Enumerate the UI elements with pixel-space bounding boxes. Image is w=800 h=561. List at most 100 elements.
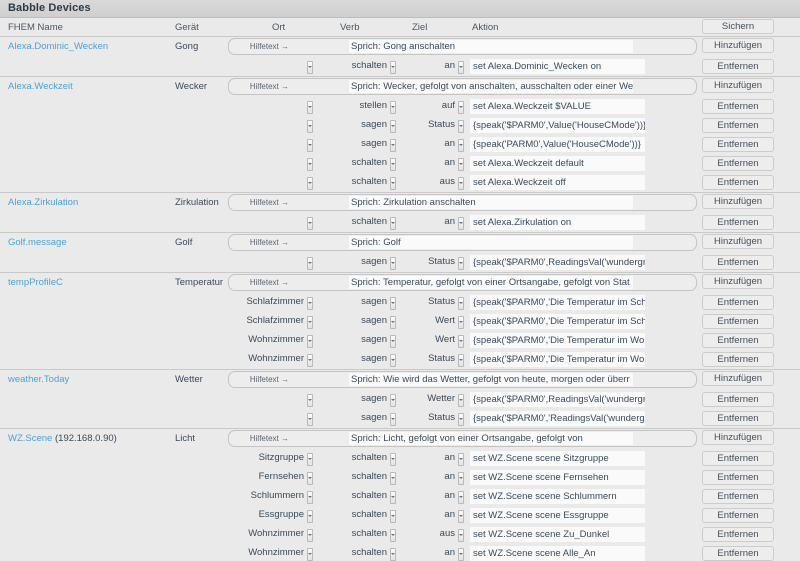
place-select[interactable] <box>200 412 315 426</box>
hilfetext-select[interactable]: Hilfetext → <box>250 434 289 443</box>
place-select[interactable] <box>200 157 315 171</box>
remove-row-button[interactable]: Entfernen <box>702 118 774 133</box>
action-input[interactable]: {speak('$PARM0','ReadingsVal('wunderg <box>470 411 645 426</box>
hilfetext-select[interactable]: Hilfetext → <box>250 42 289 51</box>
verb-select[interactable]: sagen <box>325 334 398 348</box>
fhem-name-link[interactable]: WZ.Scene (192.168.0.90) <box>8 433 117 444</box>
help-text-input[interactable]: Sprich: Zirkulation anschalten <box>349 196 633 209</box>
place-select[interactable] <box>200 138 315 152</box>
action-input[interactable]: set Alexa.Weckzeit off <box>470 175 645 190</box>
verb-select[interactable]: schalten <box>325 528 398 542</box>
verb-select[interactable]: sagen <box>325 296 398 310</box>
target-select[interactable]: Status <box>400 353 466 367</box>
verb-select[interactable]: sagen <box>325 256 398 270</box>
verb-select[interactable]: sagen <box>325 412 398 426</box>
target-select[interactable]: Wert <box>400 334 466 348</box>
verb-select[interactable]: schalten <box>325 60 398 74</box>
place-select[interactable]: Wohnzimmer <box>200 547 315 561</box>
hilfetext-select[interactable]: Hilfetext → <box>250 278 289 287</box>
remove-row-button[interactable]: Entfernen <box>702 508 774 523</box>
place-select[interactable]: Schlafzimmer <box>200 315 315 329</box>
remove-row-button[interactable]: Entfernen <box>702 314 774 329</box>
target-select[interactable]: an <box>400 157 466 171</box>
verb-select[interactable]: schalten <box>325 216 398 230</box>
target-select[interactable]: Status <box>400 412 466 426</box>
action-input[interactable]: {speak('$PARM0',Value('HouseCMode'))} <box>470 118 645 133</box>
target-select[interactable]: Status <box>400 256 466 270</box>
target-select[interactable]: Status <box>400 119 466 133</box>
verb-select[interactable]: sagen <box>325 353 398 367</box>
remove-row-button[interactable]: Entfernen <box>702 470 774 485</box>
verb-select[interactable]: sagen <box>325 119 398 133</box>
fhem-name-link[interactable]: tempProfileC <box>8 277 63 288</box>
action-input[interactable]: set WZ.Scene scene Zu_Dunkel <box>470 527 645 542</box>
add-row-button[interactable]: Hinzufügen <box>702 194 774 209</box>
action-input[interactable]: {speak('$PARM0','Die Temperatur im Wo <box>470 352 645 367</box>
target-select[interactable]: an <box>400 490 466 504</box>
hilfetext-select[interactable]: Hilfetext → <box>250 238 289 247</box>
fhem-name-link[interactable]: Golf.message <box>8 237 67 248</box>
action-input[interactable]: set WZ.Scene scene Fernsehen <box>470 470 645 485</box>
place-select[interactable]: Wohnzimmer <box>200 353 315 367</box>
place-select[interactable] <box>200 119 315 133</box>
target-select[interactable]: Status <box>400 296 466 310</box>
remove-row-button[interactable]: Entfernen <box>702 527 774 542</box>
place-select[interactable] <box>200 60 315 74</box>
add-row-button[interactable]: Hinzufügen <box>702 234 774 249</box>
action-input[interactable]: set Alexa.Weckzeit default <box>470 156 645 171</box>
target-select[interactable]: aus <box>400 176 466 190</box>
add-row-button[interactable]: Hinzufügen <box>702 38 774 53</box>
action-input[interactable]: {speak('$PARM0','Die Temperatur im Wo <box>470 333 645 348</box>
hilfetext-select[interactable]: Hilfetext → <box>250 82 289 91</box>
fhem-name-link[interactable]: Alexa.Dominic_Wecken <box>8 41 108 52</box>
verb-select[interactable]: sagen <box>325 315 398 329</box>
action-input[interactable]: {speak('$PARM0',ReadingsVal('wundergr <box>470 255 645 270</box>
target-select[interactable]: aus <box>400 528 466 542</box>
remove-row-button[interactable]: Entfernen <box>702 489 774 504</box>
verb-select[interactable]: schalten <box>325 509 398 523</box>
place-select[interactable]: Schlummern <box>200 490 315 504</box>
target-select[interactable]: Wert <box>400 315 466 329</box>
add-row-button[interactable]: Hinzufügen <box>702 430 774 445</box>
target-select[interactable]: an <box>400 138 466 152</box>
target-select[interactable]: Wetter <box>400 393 466 407</box>
remove-row-button[interactable]: Entfernen <box>702 352 774 367</box>
verb-select[interactable]: schalten <box>325 176 398 190</box>
action-input[interactable]: set WZ.Scene scene Alle_An <box>470 546 645 561</box>
fhem-name-link[interactable]: Alexa.Zirkulation <box>8 197 78 208</box>
verb-select[interactable]: sagen <box>325 138 398 152</box>
target-select[interactable]: an <box>400 60 466 74</box>
action-input[interactable]: {speak('PARM0',Value('HouseCMode'))} <box>470 137 645 152</box>
place-select[interactable]: Wohnzimmer <box>200 528 315 542</box>
verb-select[interactable]: schalten <box>325 490 398 504</box>
place-select[interactable]: Essgruppe <box>200 509 315 523</box>
action-input[interactable]: set WZ.Scene scene Essgruppe <box>470 508 645 523</box>
remove-row-button[interactable]: Entfernen <box>702 99 774 114</box>
remove-row-button[interactable]: Entfernen <box>702 215 774 230</box>
save-button[interactable]: Sichern <box>702 19 774 34</box>
remove-row-button[interactable]: Entfernen <box>702 295 774 310</box>
action-input[interactable]: set Alexa.Dominic_Wecken on <box>470 59 645 74</box>
remove-row-button[interactable]: Entfernen <box>702 255 774 270</box>
verb-select[interactable]: schalten <box>325 547 398 561</box>
place-select[interactable] <box>200 393 315 407</box>
action-input[interactable]: {speak('$PARM0','Die Temperatur im Sch <box>470 314 645 329</box>
target-select[interactable]: an <box>400 452 466 466</box>
fhem-name-link[interactable]: weather.Today <box>8 374 69 385</box>
place-select[interactable] <box>200 100 315 114</box>
place-select[interactable]: Schlafzimmer <box>200 296 315 310</box>
add-row-button[interactable]: Hinzufügen <box>702 371 774 386</box>
action-input[interactable]: set WZ.Scene scene Schlummern <box>470 489 645 504</box>
action-input[interactable]: {speak('$PARM0',ReadingsVal('wundergr <box>470 392 645 407</box>
target-select[interactable]: auf <box>400 100 466 114</box>
remove-row-button[interactable]: Entfernen <box>702 156 774 171</box>
help-text-input[interactable]: Sprich: Wecker, gefolgt von anschalten, … <box>349 80 633 93</box>
place-select[interactable]: Wohnzimmer <box>200 334 315 348</box>
action-input[interactable]: set Alexa.Zirkulation on <box>470 215 645 230</box>
add-row-button[interactable]: Hinzufügen <box>702 78 774 93</box>
verb-select[interactable]: schalten <box>325 452 398 466</box>
verb-select[interactable]: schalten <box>325 157 398 171</box>
help-text-input[interactable]: Sprich: Licht, gefolgt von einer Ortsang… <box>349 432 633 445</box>
hilfetext-select[interactable]: Hilfetext → <box>250 198 289 207</box>
target-select[interactable]: an <box>400 547 466 561</box>
